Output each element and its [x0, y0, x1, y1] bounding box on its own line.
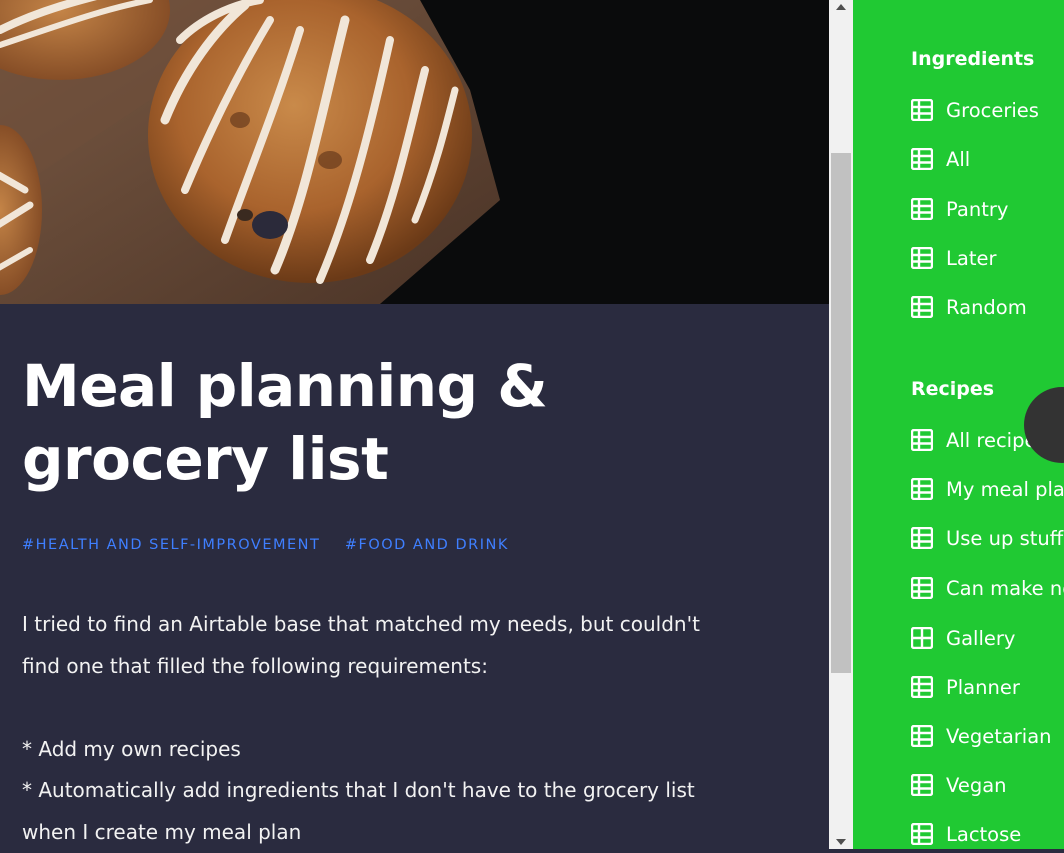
view-item-all[interactable]: All: [911, 144, 970, 174]
view-item-vegan[interactable]: Vegan: [911, 770, 1007, 800]
view-label: Groceries: [946, 98, 1039, 122]
view-label: Vegetarian: [946, 724, 1052, 748]
gallery-view-icon: [911, 627, 933, 649]
view-label: Planner: [946, 675, 1020, 699]
grid-view-icon: [911, 774, 933, 796]
tag-link[interactable]: #HEALTH AND SELF-IMPROVEMENT: [22, 537, 320, 553]
grid-view-icon: [911, 527, 933, 549]
article-description: I tried to find an Airtable base that ma…: [22, 604, 732, 853]
view-item-groceries[interactable]: Groceries: [911, 95, 1039, 125]
scroll-up-arrow-icon[interactable]: [829, 0, 853, 14]
grid-view-icon: [911, 247, 933, 269]
description-intro: I tried to find an Airtable base that ma…: [22, 612, 700, 678]
view-label: Can make now: [946, 576, 1064, 600]
hero-image: [0, 0, 829, 304]
grid-view-icon: [911, 198, 933, 220]
grid-view-icon: [911, 148, 933, 170]
grid-view-icon: [911, 725, 933, 747]
view-label: Pantry: [946, 197, 1009, 221]
tag-link[interactable]: #FOOD AND DRINK: [345, 537, 509, 553]
view-item-planner[interactable]: Planner: [911, 672, 1020, 702]
view-label: All: [946, 147, 971, 171]
view-item-can-make-now[interactable]: Can make now: [911, 573, 1064, 603]
view-label: Vegan: [946, 773, 1007, 797]
description-item: * Add my own recipes: [22, 736, 241, 761]
grid-view-icon: [911, 99, 933, 121]
view-item-pantry[interactable]: Pantry: [911, 194, 1008, 224]
grid-view-icon: [911, 429, 933, 451]
scrollbar-thumb[interactable]: [831, 153, 851, 673]
grid-view-icon: [911, 823, 933, 845]
view-item-my-meal-plan[interactable]: My meal plan: [911, 474, 1064, 504]
view-label: My meal plan: [946, 477, 1064, 501]
tag-list: #HEALTH AND SELF-IMPROVEMENT #FOOD AND D…: [22, 536, 529, 554]
article-content: Meal planning & grocery list #HEALTH AND…: [0, 304, 829, 849]
view-item-vegetarian[interactable]: Vegetarian: [911, 721, 1052, 751]
view-label: Use up stuff: [946, 526, 1064, 550]
view-label: Later: [946, 246, 997, 270]
section-title-ingredients: Ingredients: [911, 48, 1035, 70]
page-scrollbar[interactable]: [829, 0, 853, 849]
view-item-later[interactable]: Later: [911, 243, 996, 273]
grid-view-icon: [911, 296, 933, 318]
page-title: Meal planning & grocery list: [22, 352, 548, 493]
view-item-lactose[interactable]: Lactose: [911, 819, 1021, 849]
scroll-down-arrow-icon[interactable]: [829, 835, 853, 849]
view-item-use-up-stuff[interactable]: Use up stuff: [911, 523, 1063, 553]
section-title-recipes: Recipes: [911, 378, 995, 400]
description-item: * Automatically add ingredients that I d…: [22, 778, 695, 844]
grid-view-icon: [911, 478, 933, 500]
view-label: Random: [946, 295, 1027, 319]
view-label: Lactose: [946, 822, 1022, 846]
view-item-gallery[interactable]: Gallery: [911, 623, 1015, 653]
view-label: Gallery: [946, 626, 1016, 650]
grid-view-icon: [911, 676, 933, 698]
grid-view-icon: [911, 577, 933, 599]
view-item-random[interactable]: Random: [911, 292, 1027, 322]
